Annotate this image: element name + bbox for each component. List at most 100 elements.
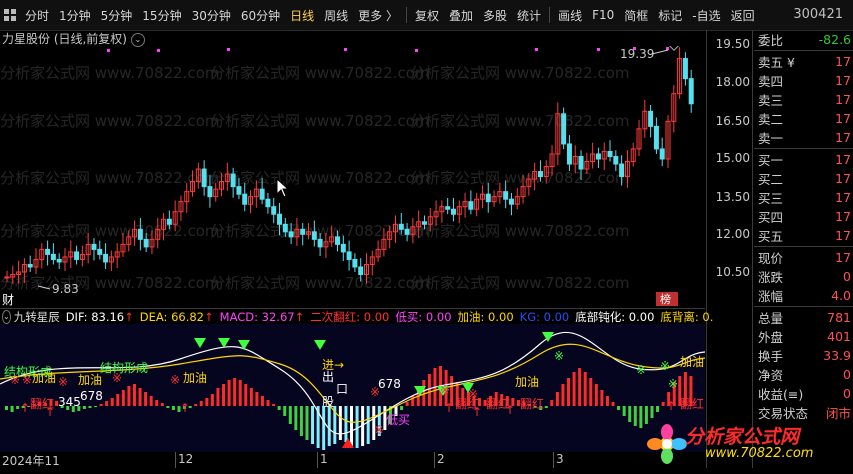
quote-value: 17 — [835, 190, 851, 205]
grid-menu-icon[interactable] — [4, 9, 16, 21]
date-tick: 2 — [437, 452, 445, 466]
indicator-label-shuzi: 678 — [378, 377, 401, 391]
macd-bar — [244, 384, 248, 406]
candle-body — [230, 173, 236, 188]
macd-bar — [121, 390, 125, 406]
macd-bar — [10, 406, 14, 412]
candle-body — [277, 213, 283, 225]
macd-bar — [227, 380, 231, 406]
quote-label: 买四 — [758, 210, 784, 225]
toolbar-item[interactable]: 叠加 — [444, 7, 478, 24]
watermark: 分析家公式网 www.70822.com — [410, 112, 630, 130]
quote-row: 换手 33.9 — [754, 346, 853, 365]
quote-label: 卖一 — [758, 131, 784, 146]
toolbar-item[interactable]: F10 — [587, 8, 619, 22]
signal-dot — [666, 47, 669, 50]
toolbar-item[interactable]: 分时 — [20, 7, 54, 24]
candle-body — [103, 253, 109, 263]
toolbar-item[interactable]: 15分钟 — [137, 7, 186, 24]
toolbar-item[interactable]: 1分钟 — [54, 7, 96, 24]
stock-code: 300421 — [793, 7, 843, 22]
panel-divider — [754, 50, 853, 51]
toolbar-item[interactable]: 日线 — [285, 7, 319, 24]
toolbar-item[interactable]: -自选 — [687, 7, 725, 24]
quote-row: 卖三 17 — [754, 90, 853, 109]
toolbar-item[interactable]: 60分钟 — [236, 7, 285, 24]
indicator-label-jiayou: 加油 — [78, 373, 102, 387]
indicator-value: DEA: 66.82↑ — [139, 310, 214, 324]
quote-value: 17 — [835, 250, 851, 265]
macd-bar — [210, 394, 214, 406]
toolbar-item[interactable]: 5分钟 — [96, 7, 138, 24]
candle-body — [74, 251, 80, 260]
quote-value: 4.0 — [831, 288, 851, 303]
toolbar-item[interactable]: 周线 — [319, 7, 353, 24]
quote-value: -82.6 — [818, 32, 851, 47]
asterisk-marker-icon: ※ — [370, 385, 380, 399]
toolbar-item[interactable]: 画线 — [553, 7, 587, 24]
watermark: 分析家公式网 www.70822.com — [0, 112, 220, 130]
toolbar-item[interactable]: 多股 — [478, 7, 512, 24]
macd-bar — [555, 392, 559, 406]
toolbar-item[interactable]: 返回 — [726, 7, 760, 24]
toolbar-item[interactable]: 标记 — [653, 7, 687, 24]
chevron-down-icon[interactable]: ⌄ — [130, 32, 145, 47]
indicator-label-chu: 出 — [322, 370, 334, 384]
quote-label: 涨幅 — [758, 289, 784, 304]
candle-body — [335, 236, 341, 245]
toolbar-item[interactable]: 简框 — [619, 7, 653, 24]
asterisk-marker-icon: ※ — [170, 373, 180, 387]
candle-body — [340, 243, 346, 253]
quote-panel: 委比 -82.6 卖五 ¥ 17 卖四 17 卖三 17 卖二 17 卖一 17 买一 17 买二 17 买三 1… — [754, 30, 853, 474]
macd-bar — [589, 378, 593, 406]
asterisk-marker-icon: ※ — [58, 375, 68, 389]
toolbar-item[interactable]: 统计 — [512, 7, 546, 24]
quote-label: 买一 — [758, 153, 784, 168]
quote-value: 17 — [835, 92, 851, 107]
price-tick: 19.50 — [715, 37, 750, 51]
indicator-header: ⌄ 九转星辰 DIF: 83.16↑ DEA: 66.82↑ MACD: 32.67… — [0, 308, 713, 325]
candlestick-chart[interactable]: 分析家公式网 www.70822.com 分析家公式网 www.70822.com… — [0, 46, 705, 308]
macd-bar — [550, 400, 554, 406]
macd-bar — [88, 406, 92, 408]
macd-bar — [160, 403, 164, 406]
price-tick: 10.50 — [715, 265, 750, 279]
toolbar-item[interactable]: 复权 — [410, 7, 444, 24]
asterisk-marker-icon: ※ — [374, 423, 384, 437]
indicator-value: DIF: 83.16↑ — [65, 310, 134, 324]
asterisk-marker-icon: ※ — [660, 359, 670, 373]
candle-body — [508, 198, 514, 205]
quote-value: 401 — [827, 329, 851, 344]
macd-bar — [600, 390, 604, 406]
toolbar-item[interactable]: 30分钟 — [187, 7, 236, 24]
toolbar-item[interactable]: 更多 〉 — [353, 7, 403, 24]
asterisk-marker-icon: ※ — [10, 373, 20, 387]
candle-body — [265, 198, 271, 208]
quote-label: 卖二 — [758, 112, 784, 127]
candle-body — [45, 248, 51, 255]
candle-body — [595, 153, 601, 160]
watermark: 分析家公式网 www.70822.com — [410, 274, 630, 292]
quote-label: 买三 — [758, 191, 784, 206]
macd-bar — [255, 392, 259, 406]
signal-dot — [597, 48, 600, 51]
macd-bar — [149, 396, 153, 406]
macd-bar — [544, 406, 548, 408]
candle-body — [201, 168, 207, 188]
macd-bar — [305, 406, 309, 440]
quote-value: 17 — [835, 209, 851, 224]
watermark: 分析家公式网 www.70822.com — [0, 64, 220, 82]
finance-marker[interactable]: 财 — [2, 293, 14, 307]
quote-row: 买四 17 — [754, 207, 853, 226]
indicator-chart[interactable]: 结构形成 结构形成加油 加油 加油 加油加油翻红 翻红 翻红 翻红 翻红低买进→出口股345 67… — [0, 324, 705, 452]
quote-row: 买五 17 — [754, 226, 853, 245]
macd-bar — [422, 380, 426, 406]
macd-bar — [266, 400, 270, 406]
candle-body — [137, 228, 143, 240]
macd-bar — [633, 406, 637, 426]
macd-bar — [94, 406, 98, 407]
candle-body — [143, 238, 149, 248]
indicator-chevron-icon[interactable]: ⌄ — [2, 310, 11, 324]
indicator-label-fanhong: 翻红 — [520, 396, 544, 411]
watermark: 分析家公式网 www.70822.com — [0, 274, 220, 292]
